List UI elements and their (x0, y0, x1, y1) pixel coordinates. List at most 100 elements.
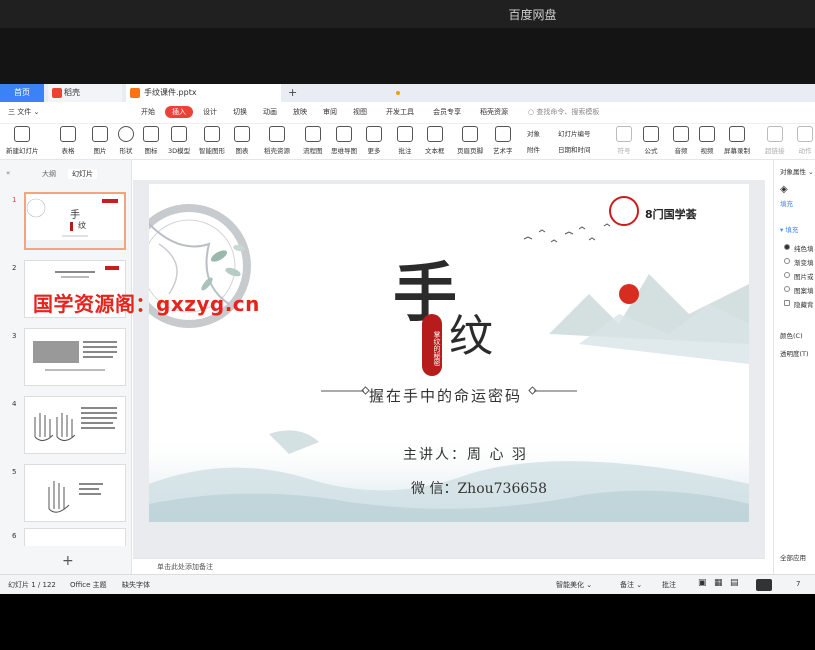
menu-view[interactable]: 视图 (353, 107, 367, 117)
missing-font-button[interactable]: 缺失字体 (122, 580, 150, 590)
picture-button[interactable]: 图片 (92, 126, 108, 155)
flowchart-button[interactable]: 流程图 (303, 126, 323, 155)
action-icon (797, 126, 813, 142)
svg-text:纹: 纹 (78, 220, 86, 230)
hyperlink-label: 超链接 (765, 147, 785, 155)
speaker-icon (673, 126, 689, 142)
screen-record-label: 屏幕录制 (724, 147, 750, 155)
icon-button[interactable]: 图标 (143, 126, 159, 155)
sorter-view-icon[interactable]: ▦ (714, 578, 723, 588)
radio-picture-fill[interactable] (784, 272, 790, 278)
smart-graphic-label: 智能图形 (199, 147, 225, 155)
menu-animation[interactable]: 动画 (263, 107, 277, 117)
radio-gradient-fill[interactable] (784, 258, 790, 264)
slide-wechat: 微 信：Zhou736658 (411, 481, 548, 497)
tab-home[interactable]: 首页 (0, 84, 44, 102)
player-title: 百度网盘 (508, 8, 557, 22)
comment-button[interactable]: 批注 (397, 126, 413, 155)
zoom-level[interactable]: 7 (796, 580, 800, 588)
smart-graphic-button[interactable]: 智能图形 (199, 126, 225, 155)
symbol-button[interactable]: 符号 (616, 126, 632, 155)
tab-slides[interactable]: 幻灯片 (68, 169, 97, 179)
mindmap-button[interactable]: 思维导图 (331, 126, 357, 155)
table-button[interactable]: 表格 (60, 126, 76, 155)
hyperlink-button[interactable]: 超链接 (765, 126, 785, 155)
object-button[interactable]: 对象 (527, 128, 540, 138)
notes-pane[interactable]: 单击此处添加备注 (133, 558, 765, 574)
screen-record-button[interactable]: 屏幕录制 (724, 126, 750, 155)
menu-file[interactable]: 三 文件 ⌄ (8, 107, 39, 117)
slide-1[interactable]: 8门国学荟 手 纹 掌纹的秘密 握在手中的命运密码 主讲人：周 心 羽 微 信：… (149, 184, 749, 522)
menu-insert[interactable]: 插入 (165, 106, 193, 118)
smart-beautify-button[interactable]: 智能美化 ⌄ (556, 580, 592, 590)
video-icon (699, 126, 715, 142)
video-button[interactable]: 视频 (699, 126, 715, 155)
more-dots-icon (366, 126, 382, 142)
audio-button[interactable]: 音频 (673, 126, 689, 155)
properties-title[interactable]: 对象属性 ⌄ (780, 166, 814, 176)
attach-button[interactable]: 附件 (527, 144, 540, 154)
tab-presentation[interactable]: 手纹课件.pptx (126, 84, 400, 102)
wps-presentation-window: 首页 稻壳 手纹课件.pptx + 三 文件 ⌄ 开始 插入 设计 切换 动画 … (0, 84, 815, 594)
new-slide-button[interactable]: 新建幻灯片 (6, 126, 39, 155)
reading-view-icon[interactable]: ▤ (730, 578, 739, 588)
menu-docer-resources[interactable]: 稻壳资源 (480, 107, 508, 117)
docer-resource-button[interactable]: 稻壳资源 (264, 126, 290, 155)
more-button[interactable]: 更多 (366, 126, 382, 155)
normal-view-icon[interactable]: ▣ (698, 578, 707, 588)
slide-thumbnail-panel: « 大纲 幻灯片 1 手 纹 2 3 4 5 6 + (0, 160, 132, 574)
textbox-button[interactable]: 文本框 (425, 126, 445, 155)
play-slideshow-icon[interactable] (756, 579, 772, 591)
slide-number: 5 (12, 468, 17, 476)
tab-docer[interactable]: 稻壳 (48, 84, 122, 102)
comments-toggle[interactable]: 批注 (662, 580, 676, 590)
notes-placeholder: 单击此处添加备注 (157, 563, 213, 571)
watermark-text: 国学资源阁：gxzyg.cn (33, 292, 260, 316)
notes-toggle[interactable]: 备注 ⌄ (620, 580, 642, 590)
thumbnail-preview (33, 341, 117, 371)
option-gradient-fill: 渐变填 (794, 259, 814, 267)
action-label: 动作 (798, 147, 812, 155)
shape-button[interactable]: 形状 (118, 126, 134, 155)
radio-solid-fill[interactable] (784, 244, 790, 250)
3d-model-button[interactable]: 3D模型 (168, 126, 190, 155)
menu-home[interactable]: 开始 (141, 107, 155, 117)
svg-text:手: 手 (70, 208, 80, 221)
slide-thumbnail[interactable] (24, 464, 126, 522)
apply-all-button[interactable]: 全部应用 (780, 552, 806, 562)
slide-thumbnail[interactable] (24, 396, 126, 454)
tab-fill[interactable]: 填充 (780, 198, 793, 208)
menu-transitions[interactable]: 切换 (233, 107, 247, 117)
radio-pattern-fill[interactable] (784, 286, 790, 292)
player-title-strip: 百度网盘 (0, 0, 815, 28)
slide-number-button[interactable]: 幻灯片编号 (558, 128, 591, 138)
add-slide-button[interactable]: + (62, 553, 74, 569)
menu-review[interactable]: 审阅 (323, 107, 337, 117)
menu-developer[interactable]: 开发工具 (386, 107, 414, 117)
action-button[interactable]: 动作 (797, 126, 813, 155)
formula-button[interactable]: 公式 (643, 126, 659, 155)
slide-thumbnail[interactable] (24, 328, 126, 386)
option-picture-fill: 图片或 (794, 273, 814, 281)
link-icon (766, 126, 783, 142)
header-footer-button[interactable]: 页眉页脚 (457, 126, 483, 155)
new-tab-button[interactable]: + (288, 84, 297, 102)
thumbnail-preview (48, 481, 103, 513)
thumbnail-preview (34, 407, 117, 441)
chart-button[interactable]: 图表 (234, 126, 250, 155)
command-search[interactable]: ○ 查找命令、搜索模板 (528, 107, 599, 117)
menu-member[interactable]: 会员专享 (433, 107, 461, 117)
fill-section-header[interactable]: ▾ 填充 (780, 224, 798, 234)
menu-slideshow[interactable]: 放映 (293, 107, 307, 117)
formula-icon (643, 126, 659, 142)
mindmap-icon (336, 126, 352, 142)
tab-bar: 首页 稻壳 手纹课件.pptx + (0, 84, 815, 102)
slide-thumbnail[interactable] (24, 528, 126, 546)
slide-thumbnail[interactable]: 手 纹 (24, 192, 126, 250)
date-time-button[interactable]: 日期和时间 (558, 144, 591, 154)
menu-design[interactable]: 设计 (203, 107, 217, 117)
wordart-button[interactable]: 艺术字 (493, 126, 513, 155)
tab-outline[interactable]: 大纲 (42, 169, 56, 179)
checkbox-hide-background[interactable] (784, 300, 790, 306)
collapse-panel-icon[interactable]: « (6, 169, 10, 177)
